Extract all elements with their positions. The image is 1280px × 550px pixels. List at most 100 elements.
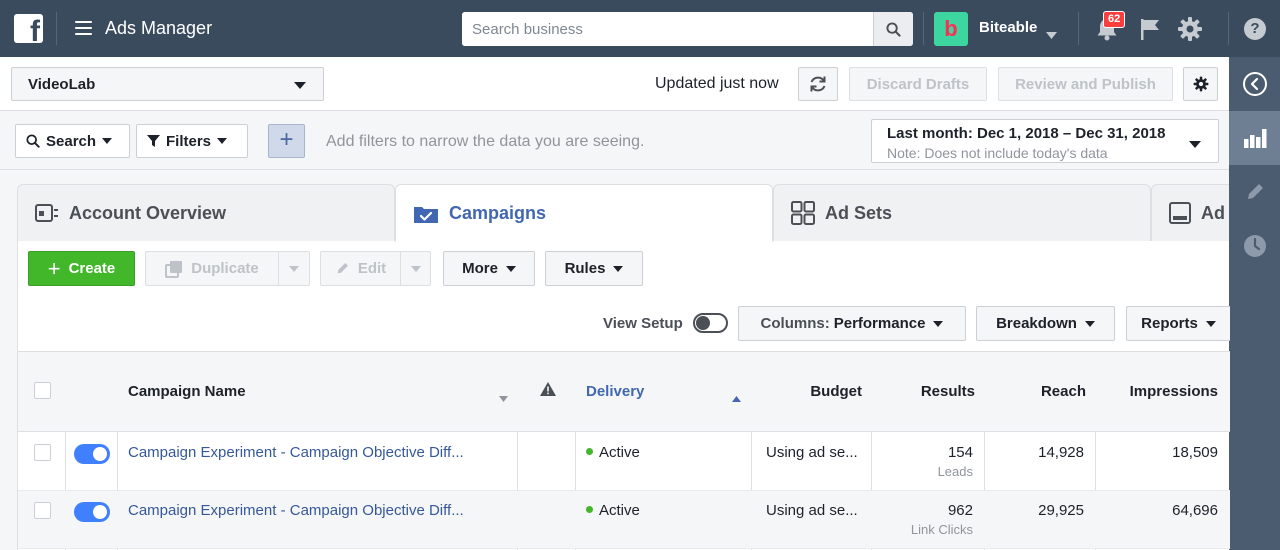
- sort-caret-icon[interactable]: [499, 389, 508, 405]
- warning-icon: [540, 382, 556, 399]
- chevron-down-icon: [410, 265, 421, 272]
- chevron-down-icon: [289, 265, 299, 272]
- search-icon: [26, 134, 40, 148]
- search-business: [462, 12, 913, 46]
- account-selector[interactable]: VideoLab: [11, 67, 324, 101]
- delivery-status: Active: [586, 444, 640, 461]
- columns-button[interactable]: Columns: Performance: [738, 306, 966, 341]
- updated-status: Updated just now: [655, 75, 779, 92]
- results-type: Leads: [937, 464, 973, 479]
- funnel-icon: [147, 135, 160, 147]
- facebook-logo[interactable]: f: [14, 14, 43, 43]
- account-name: VideoLab: [28, 76, 96, 93]
- ads-icon: [1169, 202, 1191, 224]
- table-row[interactable]: Campaign Experiment - Campaign Objective…: [18, 491, 1230, 549]
- select-all-checkbox[interactable]: [34, 382, 51, 399]
- divider: [923, 12, 924, 45]
- budget-cell: Using ad se...: [766, 444, 858, 461]
- campaign-toggle[interactable]: [74, 444, 110, 464]
- duplicate-dropdown[interactable]: [278, 251, 310, 286]
- tab-ad-sets[interactable]: Ad Sets: [773, 184, 1151, 241]
- edit-button[interactable]: Edit: [320, 251, 400, 286]
- menu-icon[interactable]: [75, 21, 92, 35]
- search-button[interactable]: [873, 12, 913, 46]
- date-range-note: Note: Does not include today's data: [887, 145, 1108, 161]
- filters-button[interactable]: Filters: [136, 124, 248, 158]
- app-title: Ads Manager: [105, 18, 213, 38]
- chevron-down-icon: [613, 265, 624, 272]
- reports-button[interactable]: Reports: [1126, 306, 1230, 341]
- tab-account-overview[interactable]: Account Overview: [17, 184, 395, 241]
- add-filter-button[interactable]: +: [268, 124, 305, 158]
- header-campaign-name[interactable]: Campaign Name: [128, 383, 246, 400]
- discard-drafts-button[interactable]: Discard Drafts: [849, 67, 987, 101]
- header-impressions[interactable]: Impressions: [1096, 383, 1218, 400]
- business-name[interactable]: Biteable: [979, 19, 1037, 36]
- breakdown-button[interactable]: Breakdown: [976, 306, 1115, 341]
- campaign-name-link[interactable]: Campaign Experiment - Campaign Objective…: [128, 502, 464, 519]
- main-area: VideoLab Updated just now Discard Drafts…: [0, 57, 1230, 550]
- business-icon[interactable]: b: [934, 12, 968, 46]
- ad-sets-icon: [791, 201, 815, 225]
- row-checkbox[interactable]: [34, 444, 51, 461]
- chevron-down-icon: [217, 138, 228, 144]
- results-cell: 154: [947, 444, 973, 461]
- account-overview-icon: [35, 204, 58, 222]
- flag-icon[interactable]: [1139, 17, 1161, 44]
- campaigns-table: Campaign Name Delivery Budget Results Re…: [18, 351, 1230, 550]
- divider: [1078, 12, 1079, 45]
- filter-hint: Add filters to narrow the data you are s…: [326, 133, 645, 150]
- rules-button[interactable]: Rules: [545, 251, 643, 286]
- chevron-down-icon: [1084, 320, 1095, 327]
- level-tabs: Account Overview Campaigns Ad Sets Ad: [0, 184, 1229, 242]
- search-filter-button[interactable]: Search: [15, 124, 130, 158]
- divider: [1228, 12, 1229, 45]
- review-and-publish-button[interactable]: Review and Publish: [998, 67, 1173, 101]
- header-results[interactable]: Results: [872, 383, 975, 400]
- delivery-status: Active: [586, 502, 640, 519]
- tab-ads[interactable]: Ad: [1151, 184, 1229, 241]
- duplicate-button[interactable]: Duplicate: [145, 251, 278, 286]
- refresh-button[interactable]: [798, 67, 838, 101]
- search-business-input[interactable]: [462, 12, 872, 46]
- help-icon[interactable]: ?: [1244, 18, 1266, 40]
- campaigns-panel: + Create Duplicate Edit More Rules View …: [17, 241, 1230, 550]
- campaign-toggle[interactable]: [74, 502, 110, 522]
- business-dropdown-caret-icon[interactable]: [1046, 26, 1057, 42]
- create-button[interactable]: + Create: [28, 251, 135, 286]
- header-reach[interactable]: Reach: [985, 383, 1086, 400]
- more-button[interactable]: More: [443, 251, 535, 286]
- charts-icon[interactable]: [1229, 111, 1280, 165]
- edit-dropdown[interactable]: [400, 251, 431, 286]
- active-status-dot: [586, 448, 593, 455]
- plus-icon: +: [47, 255, 61, 281]
- campaign-name-link[interactable]: Campaign Experiment - Campaign Objective…: [128, 444, 464, 461]
- tab-campaigns[interactable]: Campaigns: [395, 184, 773, 242]
- gear-icon: [1193, 76, 1208, 92]
- date-range-picker[interactable]: Last month: Dec 1, 2018 – Dec 31, 2018 N…: [871, 119, 1219, 163]
- header-delivery[interactable]: Delivery: [586, 383, 644, 400]
- table-header: Campaign Name Delivery Budget Results Re…: [18, 352, 1230, 432]
- filter-bar: Search Filters + Add filters to narrow t…: [0, 112, 1229, 170]
- row-checkbox[interactable]: [34, 502, 51, 519]
- header-budget[interactable]: Budget: [752, 383, 862, 400]
- notification-badge: 62: [1103, 11, 1126, 28]
- results-type: Link Clicks: [910, 522, 973, 537]
- impressions-cell: 64,696: [1172, 502, 1218, 519]
- date-range-label: Last month: Dec 1, 2018 – Dec 31, 2018: [887, 125, 1166, 142]
- view-setup-toggle[interactable]: [693, 313, 728, 333]
- settings-gear-icon[interactable]: [1177, 16, 1203, 45]
- chevron-down-icon: [505, 265, 516, 272]
- settings-button[interactable]: [1183, 67, 1218, 101]
- collapse-panel-icon[interactable]: [1229, 57, 1280, 111]
- sort-ascending-icon[interactable]: [732, 389, 741, 405]
- budget-cell: Using ad se...: [766, 502, 858, 519]
- account-bar: VideoLab Updated just now Discard Drafts…: [0, 57, 1229, 111]
- chevron-down-icon: [1189, 141, 1201, 148]
- chevron-down-icon: [1205, 320, 1216, 327]
- chevron-down-icon: [102, 138, 113, 144]
- history-clock-icon[interactable]: [1229, 219, 1280, 273]
- duplicate-icon: [165, 260, 183, 278]
- table-row[interactable]: Campaign Experiment - Campaign Objective…: [18, 433, 1230, 491]
- edit-pencil-icon[interactable]: [1229, 165, 1280, 219]
